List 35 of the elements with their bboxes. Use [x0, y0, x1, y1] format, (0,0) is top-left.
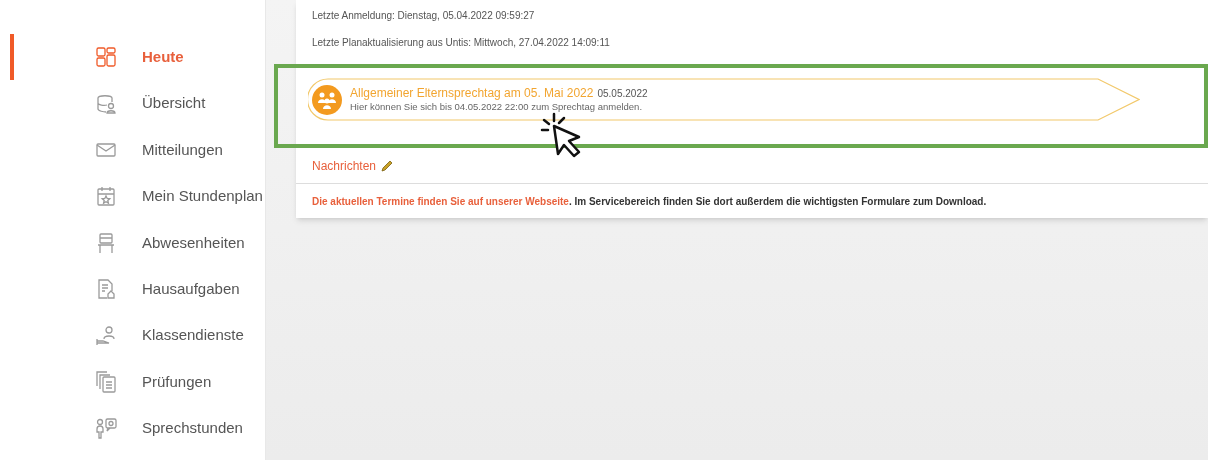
sidebar-label: Sprechstunden: [142, 418, 243, 439]
sidebar-label: Prüfungen: [142, 371, 212, 392]
person-hand-icon: [95, 324, 117, 347]
event-date: 05.05.2022: [597, 86, 648, 100]
sidebar-label: Übersicht: [142, 93, 206, 114]
database-user-icon: [95, 92, 117, 115]
website-link[interactable]: Die aktuellen Termine finden Sie auf unserer Webseite: [312, 193, 569, 209]
sidebar-item[interactable]: Abwesenheiten: [10, 219, 265, 266]
document-house-icon: [95, 278, 117, 301]
sidebar-label: Mein Stundenplan: [142, 186, 263, 207]
event-title: Allgemeiner Elternsprechtag am 05. Mai 2022: [350, 86, 594, 100]
sidebar-label: Klassendienste: [142, 325, 244, 346]
pencil-icon[interactable]: [380, 158, 395, 173]
sidebar-label: Hausaufgaben: [142, 278, 240, 299]
sidebar-item[interactable]: Klassendienste: [10, 312, 265, 359]
sidebar-label: Heute: [142, 46, 184, 67]
grid-icon: [95, 46, 117, 69]
news-text: Die aktuellen Termine finden Sie auf unserer Webseite. Im Servicebereich finden Sie dort außerdem die wichtigsten Formulare zum Download.: [311, 192, 988, 211]
news-title: Nachrichten: [312, 157, 377, 175]
chair-icon: [95, 231, 117, 254]
event-banner[interactable]: Allgemeiner Elternsprechtag am 05. Mai 2022 05.05.2022 Hier können Sie sich bis 04.05.2022 22:00 zum Sprechtag anmelden.: [308, 78, 1140, 121]
sidebar-item[interactable]: Sprechstunden: [10, 405, 265, 452]
sidebar-label: Abwesenheiten: [142, 232, 245, 253]
sidebar-item[interactable]: Hausaufgaben: [10, 265, 265, 313]
sidebar-item[interactable]: Übersicht: [10, 80, 265, 127]
event-text: Hier können Sie sich bis 04.05.2022 22:00 zum Sprechtag anmelden.: [350, 100, 644, 113]
sidebar-label: Mitteilungen: [142, 139, 223, 160]
sidebar-item[interactable]: Prüfungen: [10, 358, 265, 406]
info-text: Letzte Anmeldung: Dienstag, 05.04.2022 09:59:27: [312, 9, 536, 23]
calendar-star-icon: [95, 185, 117, 208]
sidebar-item[interactable]: Mitteilungen: [10, 126, 265, 174]
people-chat-icon: [95, 417, 117, 440]
sidebar-item[interactable]: Mein Stundenplan: [10, 173, 265, 220]
info-text: Letzte Planaktualisierung aus Untis: Mittwoch, 27.04.2022 14:09:11: [312, 36, 611, 50]
files-icon: [95, 370, 117, 393]
